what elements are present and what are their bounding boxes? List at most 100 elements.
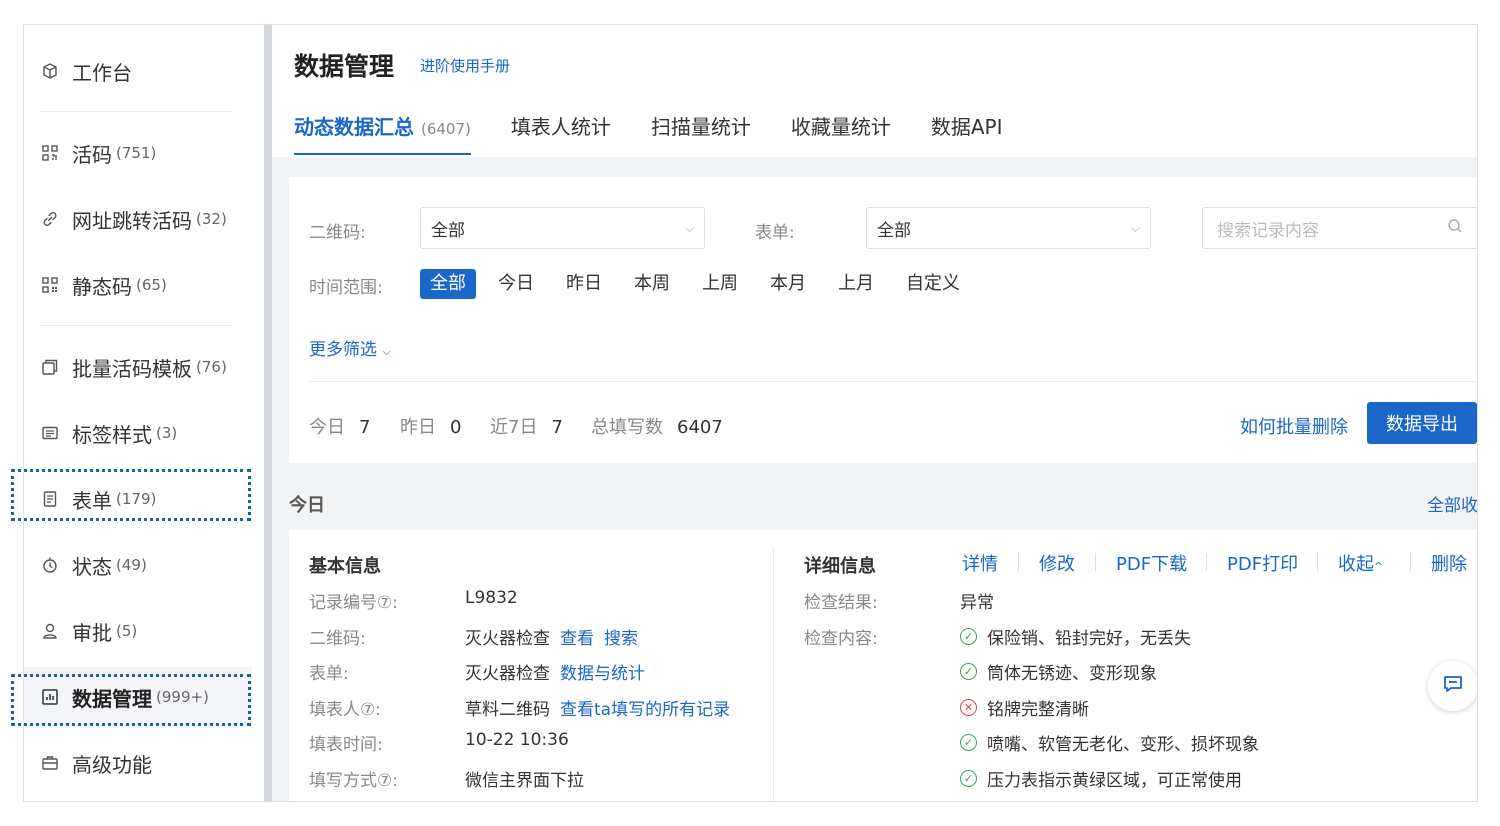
time-option-this-week[interactable]: 本周 [624,269,680,299]
record-card: 基本信息 记录编号⑦: L9832 二维码: 灭火器检查 查看 搜索 表单: 灭火器… [289,530,1477,801]
form-stats-link[interactable]: 数据与统计 [560,664,645,684]
time-option-custom[interactable]: 自定义 [896,269,970,299]
sidebar-item-batch-template[interactable]: 批量活码模板 (76) [40,347,227,387]
time-option-last-week[interactable]: 上周 [692,269,748,299]
stat-total: 总填写数 6407 [591,417,723,438]
more-filter-toggle[interactable]: 更多筛选 ⌵ [309,335,391,360]
sidebar-item-label: 网址跳转活码 [72,208,192,233]
time-range-label: 时间范围: [309,278,383,298]
sidebar-item-status[interactable]: 状态 (49) [40,545,147,585]
sidebar-item-count: (3) [156,424,178,442]
chat-support-button[interactable] [1428,661,1477,711]
pdf-download-action[interactable]: PDF下载 [1116,550,1187,576]
sidebar-item-livecode[interactable]: 活码 (751) [40,133,156,173]
view-qrcode-link[interactable]: 查看 [560,629,594,649]
pdf-print-action[interactable]: PDF打印 [1227,550,1298,576]
check-circle-icon: ✓ [960,770,977,787]
search-input[interactable]: 搜索记录内容 [1202,207,1477,249]
time-option-last-month[interactable]: 上月 [828,269,884,299]
page-header: 数据管理 进阶使用手册 动态数据汇总 (6407) 填表人统计 扫描量统计 收藏… [272,25,1477,157]
sidebar-item-count: (751) [116,144,157,162]
tab-data-api[interactable]: 数据API [931,111,1003,155]
sidebar-divider [40,325,232,326]
search-icon[interactable] [1447,218,1463,239]
sidebar-item-url-livecode[interactable]: 网址跳转活码 (32) [40,199,227,239]
filler-records-link[interactable]: 查看ta填写的所有记录 [560,700,730,720]
stat-today: 今日 7 [309,417,371,438]
stat-last-7-days: 近7日 7 [490,417,563,438]
batch-delete-help-link[interactable]: 如何批量删除 [1240,413,1348,439]
export-button[interactable]: 数据导出 [1367,402,1477,444]
check-item: ✕ 铭牌完整清晰 [960,695,1089,720]
sidebar-item-count: (76) [196,358,227,376]
tab-filler-stats[interactable]: 填表人统计 [511,111,611,155]
status-icon [40,555,60,575]
filter-divider [309,381,1477,382]
time-option-this-month[interactable]: 本月 [760,269,816,299]
edit-action[interactable]: 修改 [1039,550,1075,576]
time-option-yesterday[interactable]: 昨日 [556,269,612,299]
tab-favorite-stats[interactable]: 收藏量统计 [791,111,891,155]
sidebar-item-label: 标签样式 [72,422,152,447]
label-icon [40,423,60,443]
sidebar-item-approval[interactable]: 审批 (5) [40,611,137,651]
qrcode-filter-label: 二维码: [309,223,366,243]
sidebar-item-label: 高级功能 [72,752,152,777]
tab-bar: 动态数据汇总 (6407) 填表人统计 扫描量统计 收藏量统计 数据API [294,111,1043,155]
approve-icon [40,621,60,641]
sidebar-item-label: 审批 [72,620,112,645]
row-value: 灭火器检查 查看 搜索 [465,629,638,649]
collapse-action[interactable]: 收起^ [1338,550,1383,576]
highlight-box-data-management [11,674,251,726]
main-panel: 数据管理 进阶使用手册 动态数据汇总 (6407) 填表人统计 扫描量统计 收藏… [272,25,1477,801]
tab-count: (6407) [420,120,471,138]
sidebar-item-count: (65) [136,276,167,294]
details-action[interactable]: 详情 [962,550,998,576]
action-separator [1317,553,1318,571]
chevron-up-icon: ^ [1374,560,1384,573]
collapse-all-link[interactable]: 全部收 [1427,491,1477,516]
content-label: 检查内容: [804,629,878,649]
tab-scan-stats[interactable]: 扫描量统计 [651,111,751,155]
check-item: ✓ 保险销、铅封完好，无丢失 [960,624,1191,649]
delete-action[interactable]: 删除 [1431,550,1467,576]
row-value: 灭火器检查 数据与统计 [465,664,645,684]
check-circle-icon: ✓ [960,663,977,680]
row-value: 微信主界面下拉 [465,771,584,791]
time-option-today[interactable]: 今日 [488,269,544,299]
sidebar-item-label: 批量活码模板 [72,356,192,381]
chat-icon [1442,673,1464,699]
sidebar-item-count: (5) [116,622,138,640]
cube-icon [40,61,60,81]
basic-info-title: 基本信息 [309,556,381,577]
qrcode-select[interactable]: 全部 ⌵ [420,207,705,249]
chevron-down-icon: ⌵ [1130,220,1140,235]
sidebar-item-static-code[interactable]: 静态码 (65) [40,265,167,305]
briefcase-icon [40,753,60,773]
search-qrcode-link[interactable]: 搜索 [604,629,638,649]
tab-dynamic-summary[interactable]: 动态数据汇总 (6407) [294,111,471,155]
result-label: 检查结果: [804,593,878,613]
sidebar-item-label: 状态 [72,554,112,579]
qrcode-icon [40,143,60,163]
check-item: ✓ 筒体无锈迹、变形现象 [960,659,1157,684]
group-day-label: 今日 [289,495,325,516]
qrcode-grid-icon [40,275,60,295]
sidebar-item-count: (49) [116,556,147,574]
time-option-all[interactable]: 全部 [420,269,476,299]
sidebar-scroll-track [264,25,272,801]
row-value: 草料二维码 查看ta填写的所有记录 [465,700,731,720]
stack-icon [40,357,60,377]
action-separator [1410,553,1411,571]
highlight-box-forms [11,469,251,521]
sidebar-divider [40,111,232,112]
search-placeholder: 搜索记录内容 [1217,220,1319,241]
sidebar-item-label-style[interactable]: 标签样式 (3) [40,413,177,453]
action-separator [1206,553,1207,571]
row-label: 记录编号⑦: [309,593,398,613]
check-circle-icon: ✓ [960,734,977,751]
sidebar-item-workbench[interactable]: 工作台 [40,51,132,91]
sidebar-item-advanced[interactable]: 高级功能 [40,743,152,783]
form-select[interactable]: 全部 ⌵ [866,207,1151,249]
manual-link[interactable]: 进阶使用手册 [420,55,510,76]
